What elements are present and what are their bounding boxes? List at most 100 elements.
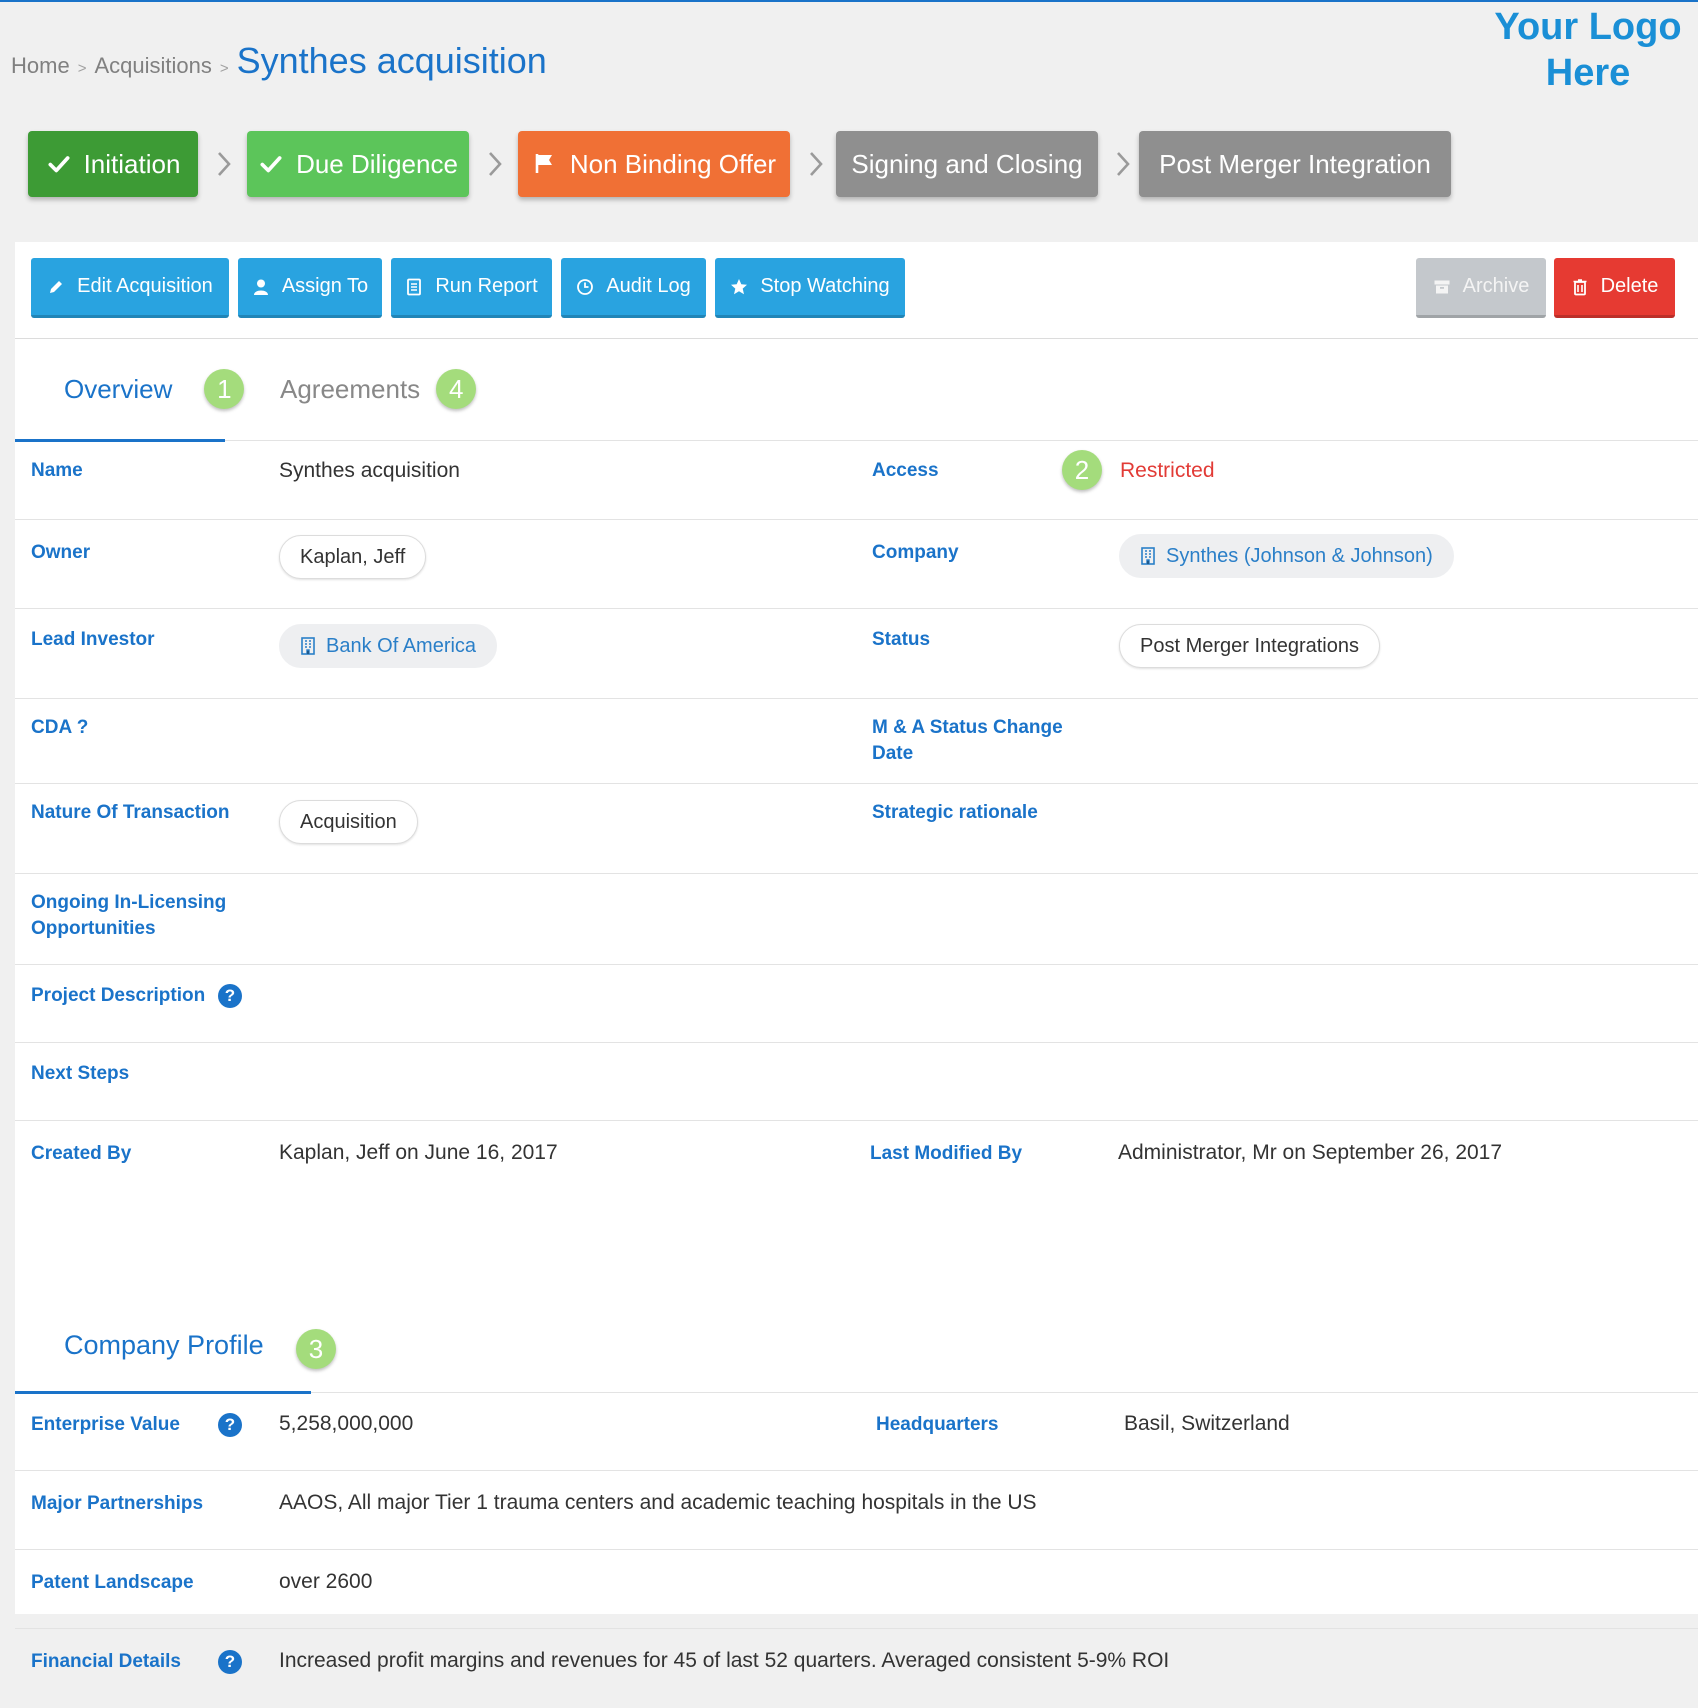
- page-title: Synthes acquisition: [236, 40, 547, 81]
- stage-label: Post Merger Integration: [1159, 148, 1431, 179]
- owner-pill[interactable]: Kaplan, Jeff: [279, 535, 427, 579]
- field-row: Created By Kaplan, Jeff on June 16, 2017…: [15, 1121, 1698, 1201]
- edit-acquisition-button[interactable]: Edit Acquisition: [31, 258, 229, 318]
- company-profile-header: Company Profile 3: [15, 1302, 1698, 1394]
- field-label-project-description: Project Description: [31, 985, 206, 1006]
- financial-details-value: Increased profit margins and revenues fo…: [279, 1649, 1170, 1672]
- help-icon[interactable]: ?: [218, 984, 242, 1008]
- help-icon[interactable]: ?: [218, 1413, 242, 1437]
- chevron-right-icon: [489, 152, 502, 176]
- number-badge: 1: [204, 369, 245, 409]
- field-row: Lead Investor Bank Of America Status Pos…: [15, 609, 1698, 699]
- stop-watching-button[interactable]: Stop Watching: [715, 258, 905, 318]
- field-label-next-steps: Next Steps: [31, 1063, 130, 1084]
- stage-initiation[interactable]: Initiation: [28, 131, 198, 197]
- lead-investor-link-pill[interactable]: Bank Of America: [279, 624, 498, 668]
- building-icon: [300, 636, 316, 656]
- button-label: Audit Log: [606, 275, 691, 297]
- pencil-icon: [47, 278, 65, 296]
- company-name: Synthes (Johnson & Johnson): [1166, 544, 1433, 567]
- field-label-nature-of-transaction: Nature Of Transaction: [31, 802, 230, 823]
- company-link-pill[interactable]: Synthes (Johnson & Johnson): [1119, 534, 1454, 578]
- section-title: Company Profile: [64, 1330, 264, 1360]
- access-restricted-text: Restricted: [1120, 459, 1215, 482]
- field-row: Financial Details ? Increased profit mar…: [15, 1629, 1698, 1708]
- breadcrumb-home-link[interactable]: Home: [11, 53, 70, 79]
- field-label-status: Status: [872, 629, 931, 650]
- field-row: Major Partnerships AAOS, All major Tier …: [15, 1471, 1698, 1550]
- user-icon: [252, 278, 270, 296]
- archive-button[interactable]: Archive: [1416, 258, 1546, 318]
- stage-signing-and-closing[interactable]: Signing and Closing: [836, 131, 1098, 197]
- breadcrumb-separator: >: [77, 60, 87, 77]
- clock-icon: [576, 278, 594, 296]
- number-badge: 4: [436, 369, 477, 409]
- field-label-name: Name: [31, 460, 83, 481]
- page-header: Home > Acquisitions > Synthes acquisitio…: [0, 0, 1698, 120]
- patent-landscape-value: over 2600: [279, 1570, 373, 1593]
- chevron-right-icon: [810, 152, 823, 176]
- detail-tabs: Overview 1 Agreements 4: [15, 338, 1698, 442]
- delete-button[interactable]: Delete: [1554, 258, 1675, 318]
- breadcrumb-separator: >: [219, 60, 229, 77]
- button-label: Delete: [1600, 275, 1659, 297]
- breadcrumb-acquisitions-link[interactable]: Acquisitions: [94, 53, 211, 79]
- field-label-strategic-rationale: Strategic rationale: [872, 802, 1038, 823]
- button-label: Stop Watching: [760, 275, 890, 297]
- field-row: Ongoing In-Licensing Opportunities: [15, 874, 1698, 965]
- chevron-right-icon: [1117, 152, 1130, 176]
- field-row: Nature Of Transaction Acquisition Strate…: [15, 784, 1698, 874]
- trash-icon: [1571, 278, 1589, 296]
- tab-agreements[interactable]: Agreements 4: [280, 338, 477, 440]
- field-label-ma-status-change-date: M & A Status Change Date: [872, 715, 1063, 767]
- created-by-value: Kaplan, Jeff on June 16, 2017: [279, 1141, 558, 1164]
- field-label-lead-investor: Lead Investor: [31, 629, 155, 650]
- star-icon: [730, 278, 748, 296]
- lead-investor-name: Bank Of America: [326, 634, 477, 657]
- field-label-headquarters: Headquarters: [876, 1414, 999, 1435]
- chevron-right-icon: [218, 152, 231, 176]
- field-row: Next Steps: [15, 1043, 1698, 1121]
- logo-line-2: Here: [1545, 52, 1631, 94]
- field-row: Project Description ?: [15, 965, 1698, 1043]
- label-line: Opportunities: [31, 918, 156, 939]
- button-label: Run Report: [435, 275, 538, 297]
- field-row: Name Synthes acquisition Access 2 Restri…: [15, 440, 1698, 520]
- stage-due-diligence[interactable]: Due Diligence: [247, 131, 469, 197]
- field-label-enterprise-value: Enterprise Value: [31, 1414, 180, 1435]
- stage-non-binding-offer[interactable]: Non Binding Offer: [518, 131, 790, 197]
- field-row: Patent Landscape over 2600: [15, 1550, 1698, 1629]
- field-row: Enterprise Value ? 5,258,000,000 Headqua…: [15, 1392, 1698, 1471]
- label-line: Ongoing In-Licensing: [31, 892, 227, 913]
- help-icon[interactable]: ?: [218, 1650, 242, 1674]
- tab-overview[interactable]: Overview 1: [64, 338, 245, 440]
- breadcrumb: Home > Acquisitions > Synthes acquisitio…: [11, 40, 547, 82]
- assign-to-button[interactable]: Assign To: [238, 258, 382, 318]
- logo-line-1: Your Logo: [1494, 6, 1682, 48]
- check-icon: [46, 151, 72, 177]
- audit-log-button[interactable]: Audit Log: [561, 258, 706, 318]
- button-label: Edit Acquisition: [77, 275, 213, 297]
- status-value: Post Merger Integrations: [1140, 634, 1359, 657]
- stage-label: Initiation: [83, 148, 181, 179]
- field-label-cda: CDA ?: [31, 717, 89, 738]
- field-row: Owner Kaplan, Jeff Company Synthes (John…: [15, 520, 1698, 609]
- acquisition-detail-card: Edit Acquisition Assign To Run Report Au…: [15, 242, 1698, 1674]
- field-label-financial-details: Financial Details: [31, 1651, 181, 1672]
- field-label-last-modified-by: Last Modified By: [870, 1143, 1023, 1164]
- archive-box-icon: [1433, 278, 1451, 296]
- stage-label: Due Diligence: [296, 148, 458, 179]
- field-label-patent-landscape: Patent Landscape: [31, 1572, 194, 1593]
- run-report-button[interactable]: Run Report: [391, 258, 552, 318]
- field-label-major-partnerships: Major Partnerships: [31, 1493, 204, 1514]
- nature-of-transaction-pill[interactable]: Acquisition: [279, 800, 418, 844]
- stage-post-merger-integration[interactable]: Post Merger Integration: [1139, 131, 1451, 197]
- action-toolbar: Edit Acquisition Assign To Run Report Au…: [15, 242, 1698, 339]
- tab-label: Overview: [64, 373, 173, 404]
- field-value-name: Synthes acquisition: [279, 459, 460, 482]
- logo-placeholder: Your Logo Here: [1488, 4, 1688, 96]
- flag-icon: [532, 151, 558, 177]
- field-label-created-by: Created By: [31, 1143, 132, 1164]
- number-badge: 2: [1062, 450, 1102, 490]
- status-pill[interactable]: Post Merger Integrations: [1119, 624, 1380, 668]
